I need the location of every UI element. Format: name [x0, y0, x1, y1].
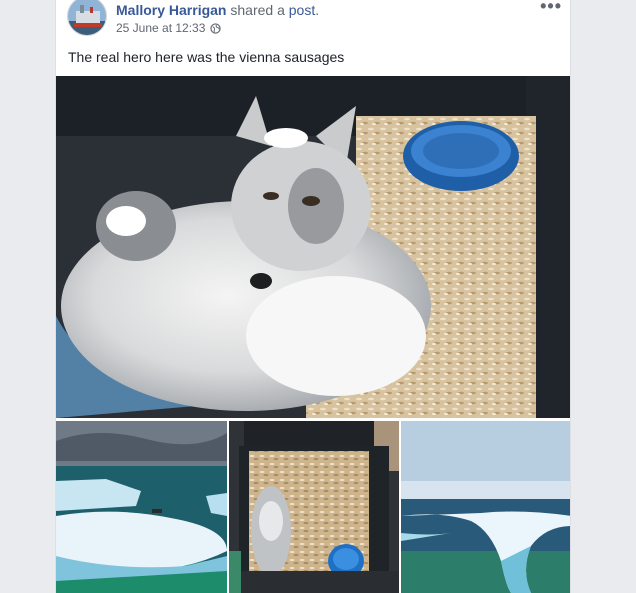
post-timestamp[interactable]: 25 June at 12:33	[116, 21, 205, 35]
arctic-fox-in-crate-photo[interactable]	[56, 76, 570, 418]
post-card: Mallory Harrigan shared a post. 25 June …	[55, 0, 571, 593]
crate-top-view-photo[interactable]	[229, 421, 399, 593]
action-prefix: shared a	[230, 2, 285, 18]
iceberg-arch-photo[interactable]	[401, 421, 570, 593]
post-meta: 25 June at 12:33	[116, 21, 222, 35]
iceberg-photo[interactable]	[56, 421, 227, 593]
shared-post-link[interactable]: post	[289, 2, 315, 18]
author-name-link[interactable]: Mallory Harrigan	[116, 2, 226, 18]
post-text: The real hero here was the vienna sausag…	[68, 49, 345, 65]
author-line: Mallory Harrigan shared a post.	[116, 2, 319, 18]
author-avatar[interactable]	[67, 0, 107, 36]
globe-icon[interactable]	[210, 22, 222, 34]
more-options-icon[interactable]: •••	[540, 0, 562, 15]
action-suffix: .	[315, 2, 320, 18]
